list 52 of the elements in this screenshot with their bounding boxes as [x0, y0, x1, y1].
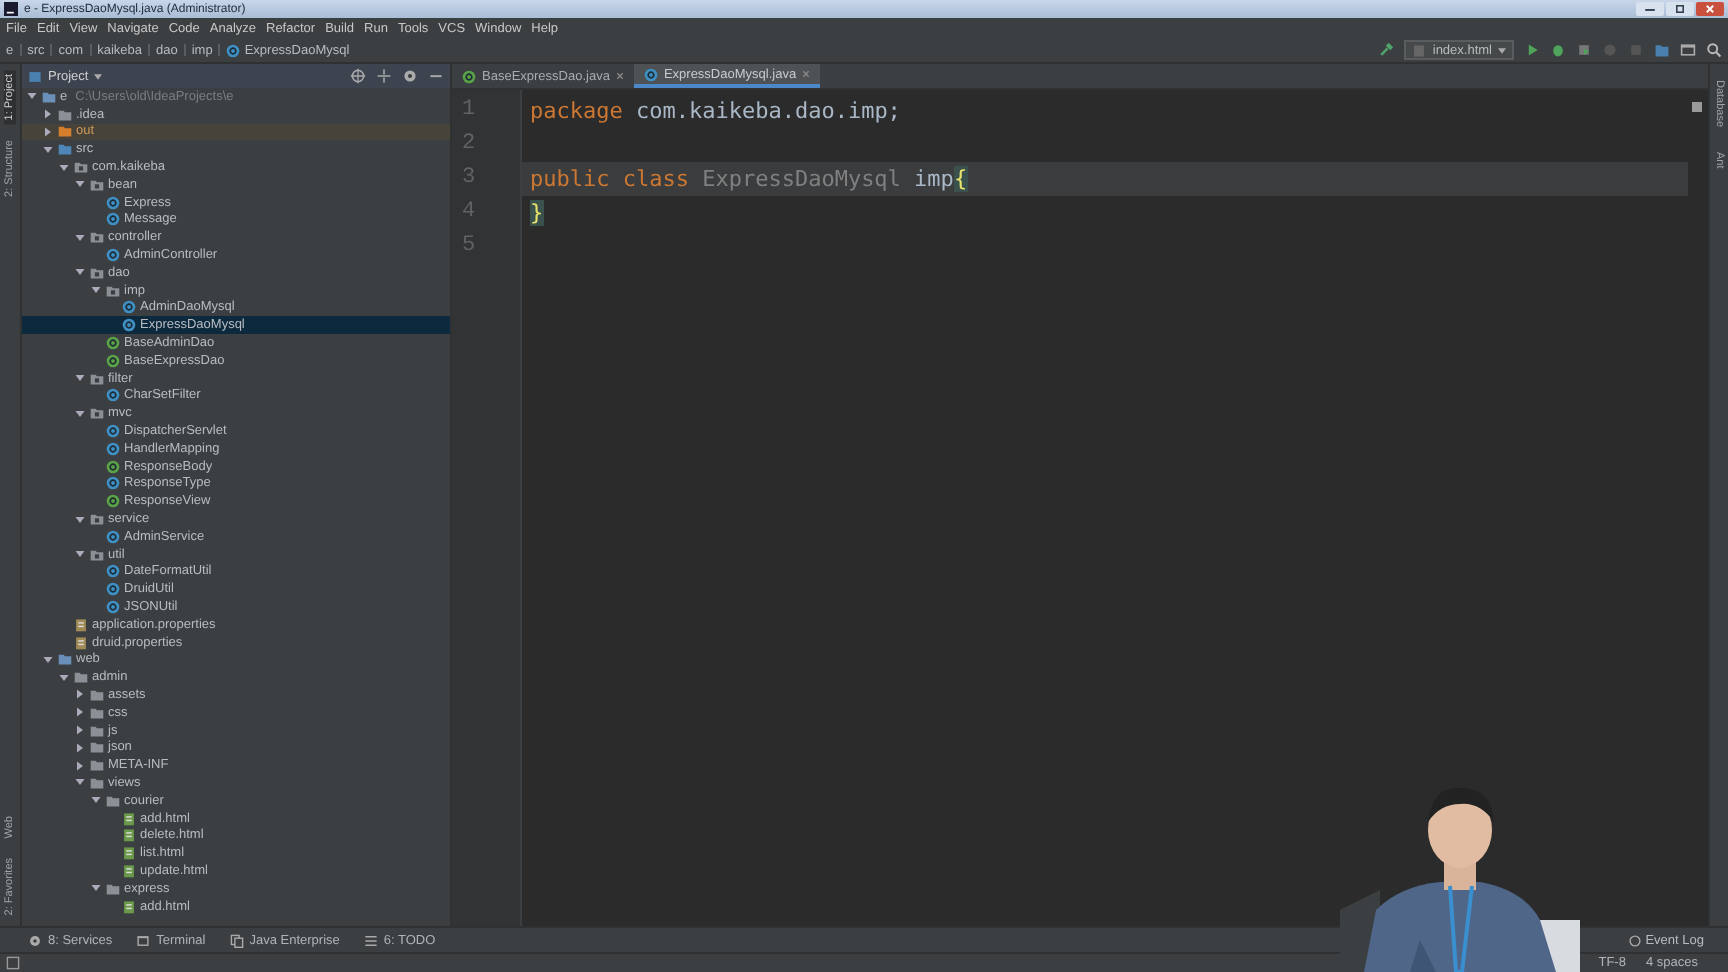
package-icon: [106, 283, 120, 298]
interface-icon: [106, 459, 120, 474]
expanded-arrow-icon[interactable]: [74, 372, 86, 385]
locate-icon[interactable]: [350, 68, 366, 84]
close-icon: [1702, 4, 1718, 14]
minimize-icon: [1642, 4, 1658, 14]
html-file-icon: [122, 899, 136, 914]
code-line: public class ExpressDaoMysql imp{: [530, 166, 968, 192]
close-icon: [615, 72, 624, 80]
caret-icon: [94, 73, 103, 79]
class-icon: [106, 529, 120, 544]
hammer-icon[interactable]: [1378, 42, 1395, 58]
class-icon: [106, 248, 120, 263]
expanded-arrow-icon[interactable]: [26, 90, 38, 103]
class-icon: [643, 67, 658, 81]
class-icon: [106, 476, 120, 491]
status-marker-icon: [1692, 102, 1702, 112]
module-icon: [42, 89, 56, 104]
run-icon[interactable]: [1524, 42, 1540, 58]
expanded-arrow-icon[interactable]: [90, 882, 102, 895]
properties-icon: [74, 635, 88, 650]
expanded-arrow-icon[interactable]: [74, 548, 86, 561]
close-button[interactable]: [1696, 2, 1724, 16]
package-icon: [90, 406, 104, 421]
caret-icon: [1498, 47, 1506, 53]
interface-icon: [462, 69, 476, 83]
interface-icon: [106, 494, 120, 509]
properties-icon: [74, 617, 88, 632]
expanded-arrow-icon[interactable]: [74, 407, 86, 420]
settings-icon[interactable]: [402, 68, 418, 84]
expanded-arrow-icon[interactable]: [74, 513, 86, 526]
folder-icon: [106, 881, 120, 896]
documents-icon: [229, 933, 244, 947]
minimize-button[interactable]: [1636, 2, 1664, 16]
maximize-button[interactable]: [1666, 2, 1694, 16]
package-icon: [90, 230, 104, 245]
terminal-icon: [136, 933, 151, 947]
project-icon: [28, 69, 42, 83]
search-icon[interactable]: [1706, 42, 1722, 58]
code-line: package com.kaikeba.dao.imp;: [530, 98, 901, 124]
class-icon: [106, 388, 120, 403]
close-icon: [802, 70, 811, 78]
maximize-icon: [1672, 4, 1688, 14]
list-icon: [363, 933, 378, 947]
package-icon: [90, 265, 104, 280]
class-icon: [226, 43, 241, 57]
window-icon[interactable]: [1680, 42, 1696, 58]
package-icon: [90, 371, 104, 386]
package-icon: [90, 547, 104, 562]
package-icon: [90, 512, 104, 527]
app-icon: [4, 2, 18, 16]
expanded-arrow-icon[interactable]: [74, 231, 86, 244]
